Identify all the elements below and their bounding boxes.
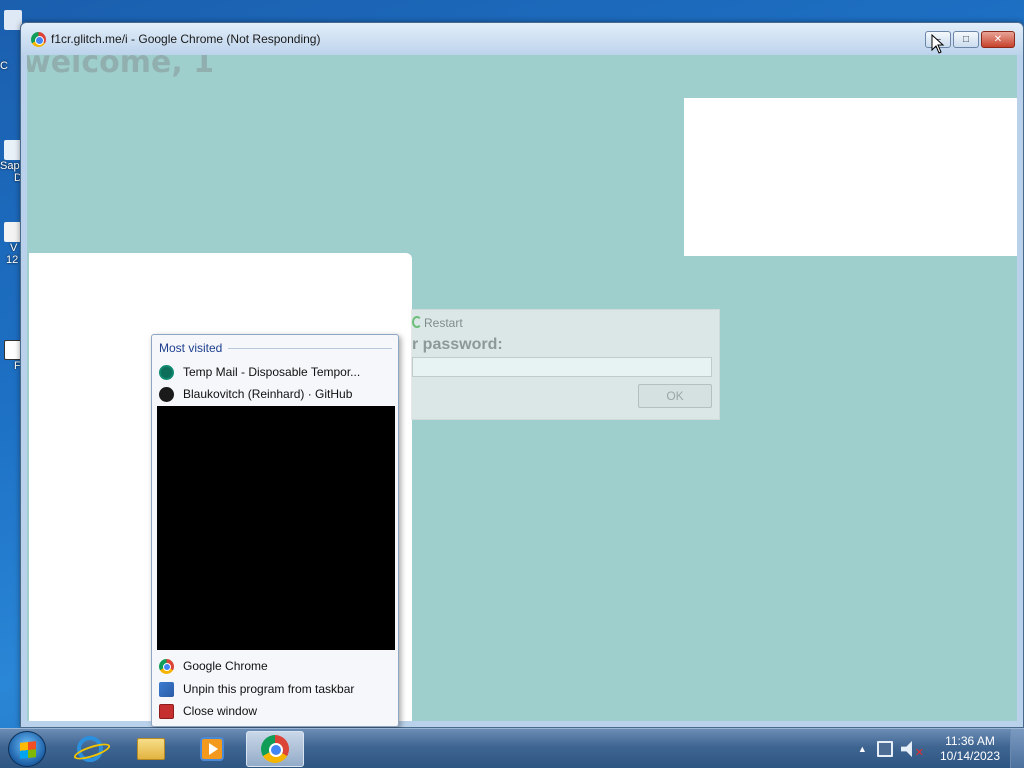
taskbar-app-internet-explorer[interactable] [62,731,118,767]
system-tray: ▲ ✕ 11:36 AM 10/14/2023 [858,729,1024,768]
desktop-icon-sap[interactable]: Sap D [0,140,22,184]
close-button[interactable]: ✕ [981,31,1015,48]
taskbar-app-google-chrome[interactable] [246,731,304,767]
taskbar-app-media-player[interactable] [184,731,240,767]
restart-link[interactable]: Restart [424,316,463,330]
taskbar-app-windows-explorer[interactable] [123,731,179,767]
title-bar[interactable]: f1cr.glitch.me/i - Google Chrome (Not Re… [21,23,1023,55]
media-player-icon [200,737,224,761]
jump-list-item-label: Blaukovitch (Reinhard) · GitHub [183,387,353,401]
jump-list-item-google-chrome[interactable]: Google Chrome [159,656,268,676]
clock[interactable]: 11:36 AM 10/14/2023 [938,734,1002,764]
show-desktop-button[interactable] [1010,729,1024,768]
folder-icon [137,738,165,760]
taskbar: ▲ ✕ 11:36 AM 10/14/2023 [0,728,1024,768]
password-input[interactable] [412,357,712,377]
password-label: r password: [412,336,503,353]
internet-explorer-icon [77,736,103,762]
jump-list-item-label: Close window [183,704,258,718]
most-visited-label: Most visited [159,341,223,355]
volume-muted-icon: ✕ [914,746,924,759]
close-window-icon [159,703,174,719]
jump-list-item-label: Google Chrome [183,659,268,673]
clock-time: 11:36 AM [945,734,995,748]
jump-list-item-label: Unpin this program from taskbar [183,682,355,696]
desktop-icon-label: Sap [0,160,20,172]
window-title: f1cr.glitch.me/i - Google Chrome (Not Re… [51,32,321,46]
desktop-icon-v[interactable]: V 12 [0,222,22,266]
ok-button[interactable]: OK [638,384,712,408]
taskbar-jump-list: Most visited Temp Mail - Disposable Temp… [151,334,399,727]
blank-panel-right [684,98,1017,256]
show-hidden-icons-button[interactable]: ▲ [858,744,867,754]
jump-list-item-close-window[interactable]: Close window [159,701,257,721]
clock-date: 10/14/2023 [939,749,1001,763]
start-button[interactable] [8,731,46,767]
header-divider [228,347,392,349]
jump-list-item-github[interactable]: Blaukovitch (Reinhard) · GitHub [159,384,352,404]
desktop-icon-f[interactable]: F [0,340,22,372]
jump-list-item-temp-mail[interactable]: Temp Mail - Disposable Tempor... [159,362,360,382]
desktop-icon-computer[interactable]: C [0,10,22,72]
maximize-button[interactable]: □ [953,31,979,48]
welcome-heading: welcome, 1 [27,55,215,80]
github-icon [159,386,174,402]
network-icon[interactable] [876,741,893,757]
restart-icon [412,316,422,328]
chrome-icon [261,735,289,763]
unpin-icon [159,681,174,697]
jump-list-item-unpin[interactable]: Unpin this program from taskbar [159,679,354,699]
most-visited-header: Most visited [159,341,392,355]
chrome-icon [159,658,174,674]
windows-logo-icon [20,741,36,759]
chrome-icon [31,32,46,47]
desktop-icon-label: C [0,60,8,72]
password-dialog: Restart r password: OK [411,309,720,420]
thumbnail-preview [157,406,395,650]
jump-list-item-label: Temp Mail - Disposable Tempor... [183,365,361,379]
temp-mail-icon [159,364,174,380]
